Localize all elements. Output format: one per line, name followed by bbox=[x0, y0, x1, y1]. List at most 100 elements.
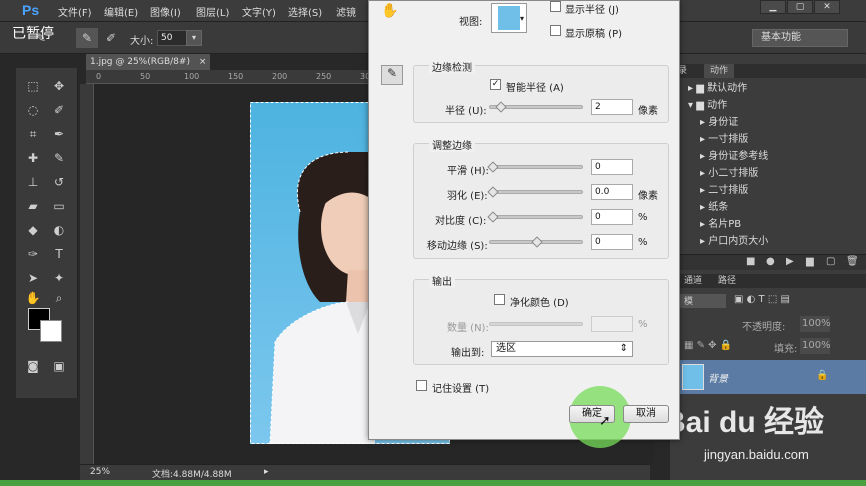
close-window-button[interactable]: ✕ bbox=[814, 0, 840, 14]
menu-type[interactable]: 文字(Y) bbox=[242, 4, 276, 19]
lock-icons[interactable]: ▦ ✎ ✥ 🔒 bbox=[684, 340, 732, 351]
adjust-edge-title: 调整边缘 bbox=[429, 137, 475, 152]
fill-field[interactable]: 100% bbox=[800, 338, 831, 354]
tab-channels[interactable]: 通道 bbox=[684, 274, 702, 288]
actions-toolbar: ■ ● ▶ ▆ ▢ 🗑 bbox=[670, 254, 866, 270]
menu-filter[interactable]: 滤镜 bbox=[336, 4, 356, 19]
tab-actions[interactable]: 动作 bbox=[704, 64, 735, 78]
feather-slider[interactable] bbox=[489, 190, 583, 194]
workspace-select[interactable]: 基本功能 bbox=[752, 29, 848, 47]
trash-icon[interactable]: 🗑 bbox=[846, 256, 859, 267]
path-selection-tool-icon[interactable]: ➤ bbox=[22, 268, 44, 288]
action-set-default[interactable]: ▸ ▆ 默认动作 bbox=[688, 80, 747, 97]
document-tab[interactable]: 1.jpg @ 25%(RGB/8#) × bbox=[86, 54, 210, 70]
history-brush-tool-icon[interactable]: ↺ bbox=[48, 172, 70, 192]
new-action-icon[interactable]: ▢ bbox=[826, 256, 835, 267]
show-original-checkbox[interactable] bbox=[550, 25, 561, 36]
record-icon[interactable]: ● bbox=[766, 256, 775, 267]
action-item[interactable]: ▸ 身份证参考线 bbox=[700, 148, 768, 165]
stop-icon[interactable]: ■ bbox=[746, 256, 755, 267]
eraser-tool-icon[interactable]: ▰ bbox=[22, 196, 44, 216]
refine-radius-brush-icon[interactable]: ✎ bbox=[381, 65, 403, 85]
show-radius-checkbox[interactable] bbox=[550, 1, 561, 12]
smooth-field[interactable]: 0 bbox=[591, 159, 633, 175]
contrast-field[interactable]: 0 bbox=[591, 209, 633, 225]
smart-radius-checkbox[interactable]: ✓ bbox=[490, 79, 501, 90]
zoom-tool-icon[interactable]: ⌕ bbox=[48, 288, 70, 308]
status-menu-icon[interactable]: ▸ bbox=[264, 467, 269, 477]
expand-icon: ▸ bbox=[700, 134, 709, 145]
decontaminate-checkbox[interactable] bbox=[494, 294, 505, 305]
lasso-tool-icon[interactable]: ◌ bbox=[22, 100, 44, 120]
menu-file[interactable]: 文件(F) bbox=[58, 4, 92, 19]
feather-field[interactable]: 0.0 bbox=[591, 184, 633, 200]
play-icon[interactable]: ▶ bbox=[786, 256, 794, 267]
maximize-button[interactable]: ▢ bbox=[787, 0, 813, 14]
smooth-slider[interactable] bbox=[489, 165, 583, 169]
shape-tool-icon[interactable]: ✦ bbox=[48, 268, 70, 288]
view-mode-picker[interactable]: ▾ bbox=[491, 3, 527, 33]
healing-brush-tool-icon[interactable]: ✚ bbox=[22, 148, 44, 168]
menu-select[interactable]: 选择(S) bbox=[288, 4, 322, 19]
screen-mode-icon[interactable]: ▣ bbox=[48, 356, 70, 376]
output-title: 输出 bbox=[429, 273, 455, 288]
background-color-swatch[interactable] bbox=[40, 320, 62, 342]
layer-filter-select[interactable]: 模 bbox=[680, 294, 726, 308]
minimize-button[interactable]: ▁ bbox=[760, 0, 786, 14]
menu-edit[interactable]: 编辑(E) bbox=[104, 4, 138, 19]
layer-row-background[interactable]: 背景 🔒 bbox=[678, 360, 866, 394]
shift-edge-field[interactable]: 0 bbox=[591, 234, 633, 250]
opacity-field[interactable]: 100% bbox=[800, 316, 831, 332]
show-original-label: 显示原稿 (P) bbox=[565, 29, 623, 40]
baidu-watermark: Bai du 经验 bbox=[664, 390, 864, 449]
cancel-button[interactable]: 取消 bbox=[623, 405, 669, 423]
action-item[interactable]: ▸ 名片PB bbox=[700, 216, 741, 233]
move-tool-icon[interactable]: ✥ bbox=[48, 76, 70, 96]
hand-icon[interactable]: ✋ bbox=[381, 3, 399, 21]
gradient-tool-icon[interactable]: ▭ bbox=[48, 196, 70, 216]
size-field[interactable]: 50 bbox=[157, 30, 187, 46]
size-dropdown-icon[interactable]: ▾ bbox=[186, 30, 202, 46]
crop-tool-icon[interactable]: ⌗ bbox=[22, 124, 44, 144]
type-tool-icon[interactable]: T bbox=[48, 244, 70, 264]
eyedropper-tool-icon[interactable]: ✒ bbox=[48, 124, 70, 144]
quick-mask-icon[interactable]: ◙ bbox=[22, 356, 44, 376]
hand-tool-icon[interactable]: ✋ bbox=[22, 288, 44, 308]
pen-tool-icon[interactable]: ✑ bbox=[22, 244, 44, 264]
baidu-paw-logo: Bai du 经验 bbox=[664, 405, 824, 439]
fill-label: 填充: bbox=[774, 344, 798, 355]
amount-field bbox=[591, 316, 633, 332]
close-tab-icon[interactable]: × bbox=[199, 57, 207, 67]
radius-field[interactable]: 2 bbox=[591, 99, 633, 115]
zoom-level[interactable]: 25% bbox=[90, 467, 110, 477]
layers-panel-tabs: 通道 路径 bbox=[670, 274, 866, 288]
erase-refinements-tool-icon[interactable]: ✐ bbox=[100, 28, 122, 48]
blur-tool-icon[interactable]: ◆ bbox=[22, 220, 44, 240]
menu-layer[interactable]: 图层(L) bbox=[196, 4, 229, 19]
expand-icon: ▸ bbox=[700, 117, 709, 128]
action-set-actions[interactable]: ▾ ▆ 动作 bbox=[688, 97, 727, 114]
action-item[interactable]: ▸ 小二寸排版 bbox=[700, 165, 758, 182]
menu-image[interactable]: 图像(I) bbox=[150, 4, 181, 19]
remember-settings-checkbox[interactable] bbox=[416, 380, 427, 391]
photoshop-window: Ps 文件(F) 编辑(E) 图像(I) 图层(L) 文字(Y) 选择(S) 滤… bbox=[0, 0, 866, 486]
smooth-label: 平滑 (H): bbox=[447, 166, 489, 177]
action-item[interactable]: ▸ 二寸排版 bbox=[700, 182, 748, 199]
action-item[interactable]: ▸ 身份证 bbox=[700, 114, 738, 131]
output-to-select[interactable]: 选区 ⇕ bbox=[491, 341, 633, 357]
new-set-icon[interactable]: ▆ bbox=[806, 256, 814, 267]
action-item[interactable]: ▸ 一寸排版 bbox=[700, 131, 748, 148]
marquee-tool-icon[interactable]: ⬚ bbox=[22, 76, 44, 96]
size-label: 大小: bbox=[130, 36, 154, 47]
action-item[interactable]: ▸ 户口内页大小 bbox=[700, 233, 768, 250]
dodge-tool-icon[interactable]: ◐ bbox=[48, 220, 70, 240]
opacity-label: 不透明度: bbox=[742, 322, 786, 333]
brush-tool-icon[interactable]: ✎ bbox=[48, 148, 70, 168]
tab-paths[interactable]: 路径 bbox=[718, 274, 736, 288]
clone-stamp-tool-icon[interactable]: ⊥ bbox=[22, 172, 44, 192]
action-item[interactable]: ▸ 纸条 bbox=[700, 199, 728, 216]
refine-radius-tool-icon[interactable]: ✎ bbox=[76, 28, 98, 48]
quick-selection-tool-icon[interactable]: ✐ bbox=[48, 100, 70, 120]
contrast-slider[interactable] bbox=[489, 215, 583, 219]
expand-icon: ▸ bbox=[700, 236, 709, 247]
